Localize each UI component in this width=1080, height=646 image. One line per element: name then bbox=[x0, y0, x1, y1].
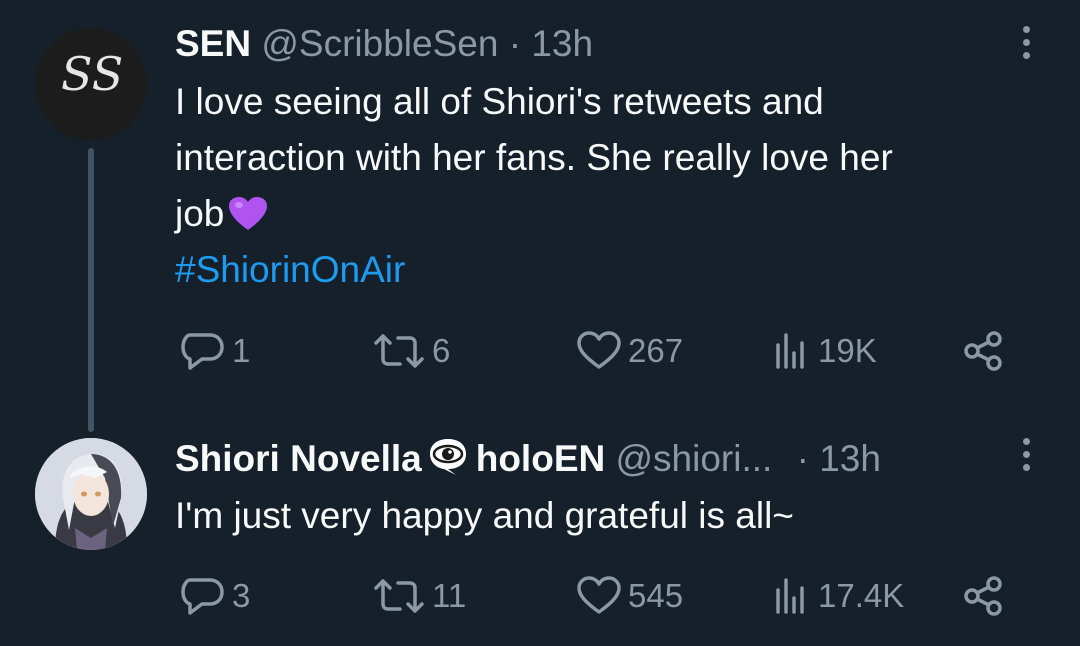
tweet-text: I love seeing all of Shiori's retweets a… bbox=[175, 74, 1028, 298]
retweet-arrows-icon bbox=[374, 579, 424, 613]
share-button[interactable] bbox=[962, 570, 1006, 622]
affiliation-label: holoEN bbox=[475, 438, 606, 479]
tweet-text: I'm just very happy and grateful is all~ bbox=[175, 488, 1028, 544]
timestamp[interactable]: · 13h bbox=[509, 23, 593, 64]
timestamp[interactable]: · 13h bbox=[797, 438, 881, 479]
more-options-icon[interactable] bbox=[1020, 26, 1032, 66]
display-name[interactable]: SEN bbox=[175, 23, 251, 64]
action-bar: 3 11 545 17.4K bbox=[0, 570, 1080, 622]
views-button[interactable]: 17.4K bbox=[772, 570, 904, 622]
tweet-text-line: job bbox=[175, 186, 1028, 242]
retweet-button[interactable]: 6 bbox=[372, 325, 450, 377]
retweet-arrows-icon bbox=[374, 334, 424, 368]
speech-bubble-icon bbox=[181, 578, 224, 615]
hashtag-link[interactable]: #ShiorinOnAir bbox=[175, 242, 1028, 298]
thread-connector bbox=[88, 148, 94, 432]
bar-chart-icon bbox=[776, 578, 804, 614]
purple-heart-emoji bbox=[229, 197, 268, 230]
heart-outline-icon bbox=[577, 331, 621, 369]
user-handle[interactable]: @ScribbleSen bbox=[261, 23, 498, 64]
view-count: 17.4K bbox=[818, 577, 905, 614]
avatar-monogram: SS bbox=[61, 47, 123, 101]
avatar-sen[interactable]: SS bbox=[35, 28, 147, 140]
reply-button[interactable]: 1 bbox=[180, 325, 250, 377]
tweet-text-fragment: job bbox=[175, 193, 225, 234]
retweet-count: 11 bbox=[432, 577, 467, 614]
bar-chart-icon bbox=[776, 333, 804, 369]
view-count: 19K bbox=[818, 332, 877, 369]
tweet-text-line: I'm just very happy and grateful is all~ bbox=[175, 495, 794, 536]
reply-count: 3 bbox=[232, 577, 251, 614]
like-count: 267 bbox=[628, 332, 684, 369]
retweet-count: 6 bbox=[432, 332, 451, 369]
like-count: 545 bbox=[628, 577, 684, 614]
tweet-sen[interactable]: SS SEN @ScribbleSen · 13h I love seeing … bbox=[0, 0, 1080, 432]
tweet-header: SEN @ScribbleSen · 13h bbox=[175, 22, 1020, 66]
display-name[interactable]: Shiori Novella bbox=[175, 438, 422, 479]
tweet-text-line: interaction with her fans. She really lo… bbox=[175, 137, 893, 178]
reply-button[interactable]: 3 bbox=[180, 570, 250, 622]
like-button[interactable]: 267 bbox=[576, 325, 683, 377]
tweet-shiori[interactable]: Shiori Novella holoEN @shiori... · 13h I'… bbox=[0, 420, 1080, 646]
share-button[interactable] bbox=[962, 325, 1006, 377]
anime-portrait-image bbox=[35, 438, 147, 550]
views-button[interactable]: 19K bbox=[772, 325, 877, 377]
share-nodes-icon bbox=[964, 331, 1002, 371]
like-button[interactable]: 545 bbox=[576, 570, 683, 622]
speech-bubble-icon bbox=[181, 333, 224, 370]
action-bar: 1 6 267 19K bbox=[0, 325, 1080, 377]
heart-outline-icon bbox=[577, 576, 621, 614]
reply-count: 1 bbox=[232, 332, 251, 369]
eye-speech-bubble-emoji bbox=[429, 439, 466, 475]
tweet-text-line: I love seeing all of Shiori's retweets a… bbox=[175, 81, 824, 122]
retweet-button[interactable]: 11 bbox=[372, 570, 466, 622]
user-handle[interactable]: @shiori... bbox=[616, 438, 773, 479]
share-nodes-icon bbox=[964, 576, 1002, 616]
tweet-header: Shiori Novella holoEN @shiori... · 13h bbox=[175, 436, 1020, 481]
more-options-icon[interactable] bbox=[1020, 438, 1032, 478]
avatar-shiori[interactable] bbox=[35, 438, 147, 550]
svg-text:SS: SS bbox=[61, 47, 123, 101]
